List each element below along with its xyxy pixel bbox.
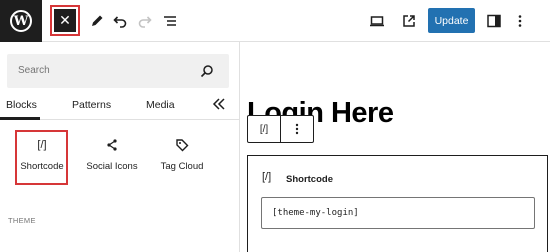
shortcode-icon: [/] — [37, 139, 47, 151]
settings-sidebar-icon[interactable] — [484, 11, 504, 31]
document-overview-icon[interactable] — [160, 11, 180, 31]
update-button[interactable]: Update — [428, 8, 475, 33]
block-type-shortcode-icon[interactable]: [/] — [248, 116, 280, 142]
undo-icon[interactable] — [110, 11, 130, 31]
collapse-icon[interactable] — [212, 97, 228, 116]
preview-desktop-icon[interactable] — [367, 11, 387, 31]
close-inserter-button[interactable]: ✕ — [50, 5, 80, 36]
block-tag-cloud[interactable]: Tag Cloud — [144, 134, 220, 184]
tab-media[interactable]: Media — [146, 99, 175, 111]
block-label: Tag Cloud — [160, 161, 204, 172]
tab-patterns[interactable]: Patterns — [72, 99, 111, 111]
search-input[interactable]: Search — [7, 54, 229, 88]
shortcode-block-label: Shortcode — [286, 174, 333, 185]
block-label: Social Icons — [86, 161, 138, 172]
shortcode-icon: [/] — [262, 171, 272, 183]
wordpress-logo[interactable]: W — [0, 0, 42, 42]
block-social-icons[interactable]: Social Icons — [74, 134, 150, 184]
block-label: Shortcode — [20, 161, 64, 172]
tag-icon — [144, 134, 220, 156]
top-toolbar: W ✕ Update — [0, 0, 550, 42]
view-external-icon[interactable] — [399, 11, 419, 31]
section-heading: THEME — [8, 216, 36, 225]
block-inserter-panel: Search Blocks Patterns Media [/] Shortco… — [0, 42, 240, 252]
block-options-icon[interactable] — [281, 116, 313, 142]
shortcode-block[interactable]: [/] Shortcode [theme-my-login] — [247, 155, 548, 252]
share-icon — [74, 134, 150, 156]
redo-icon[interactable] — [135, 11, 155, 31]
more-options-icon[interactable] — [510, 11, 530, 31]
tab-blocks[interactable]: Blocks — [6, 99, 37, 111]
block-toolbar: [/] — [247, 115, 314, 143]
shortcode-text-field[interactable]: [theme-my-login] — [261, 197, 535, 229]
pencil-icon[interactable] — [87, 11, 107, 31]
search-icon — [200, 64, 214, 83]
wordpress-icon: W — [10, 10, 32, 32]
inserter-tabs: Blocks Patterns Media — [0, 92, 240, 120]
editor-window: W ✕ Update Search Blocks Patterns Media … — [0, 0, 550, 252]
active-tab-indicator — [0, 117, 40, 120]
block-shortcode[interactable]: [/] Shortcode — [4, 134, 80, 184]
editor-canvas: Login Here [/] [/] Shortcode [theme-my-l… — [241, 42, 550, 252]
search-placeholder: Search — [18, 65, 50, 76]
shortcode-value: [theme-my-login] — [272, 208, 359, 218]
close-icon: ✕ — [54, 9, 76, 32]
